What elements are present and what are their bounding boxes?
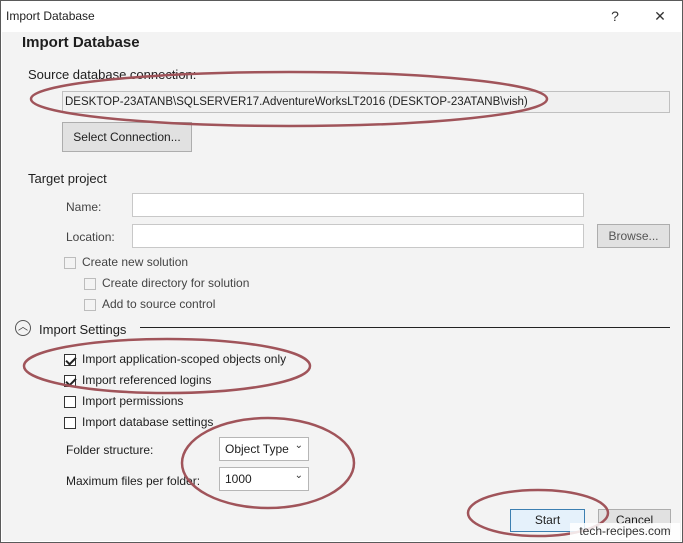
- watermark: tech-recipes.com: [570, 523, 680, 540]
- annotation-overlay: [22, 70, 610, 538]
- annotation-ellipse-source: [29, 70, 549, 128]
- annotation-ellipse-folders: [180, 416, 356, 510]
- annotation-ellipse-options: [22, 337, 312, 395]
